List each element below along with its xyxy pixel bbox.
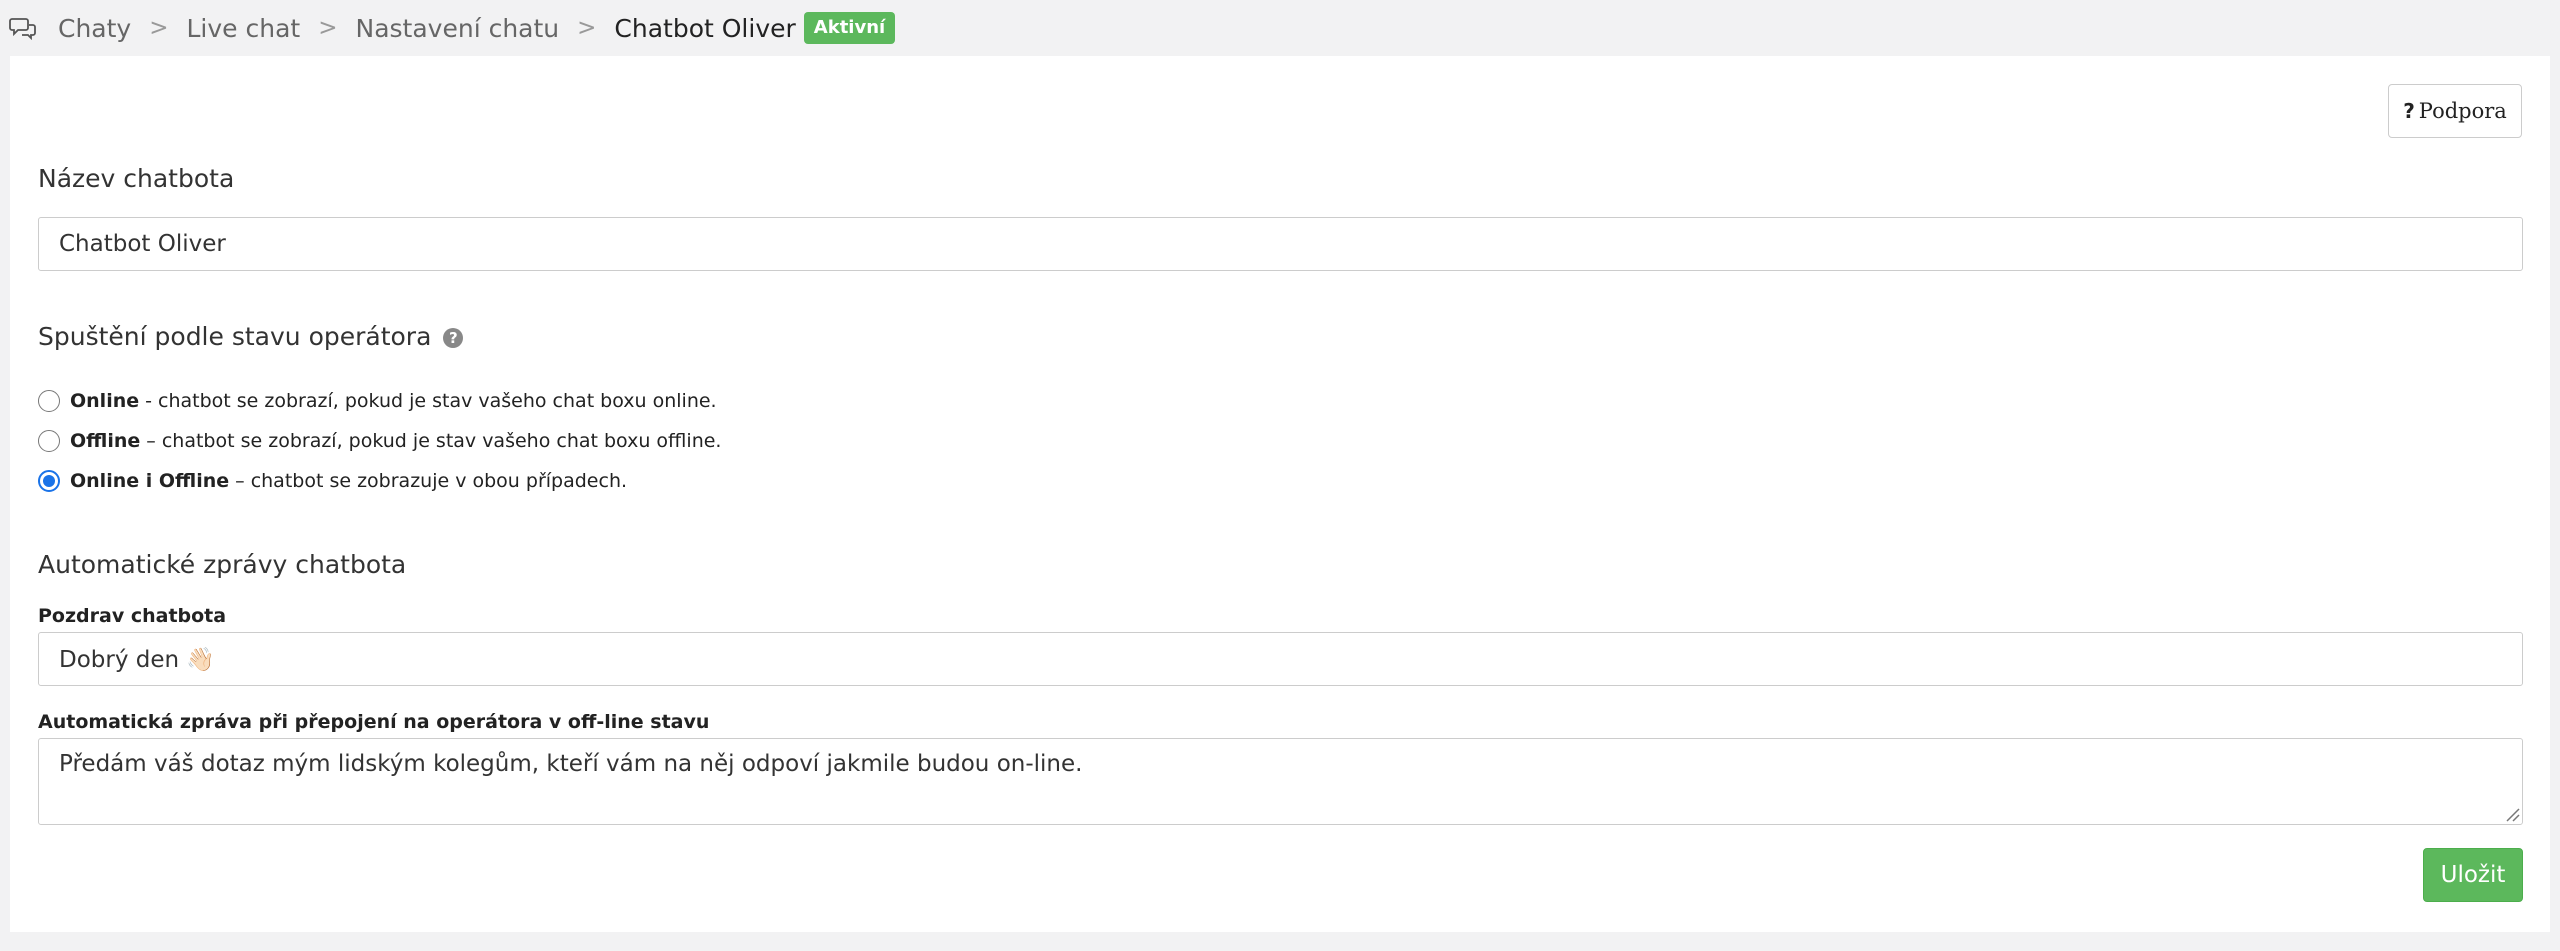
settings-panel: ? Podpora Název chatbota Chatbot Oliver … [10,56,2550,932]
support-button[interactable]: ? Podpora [2388,84,2522,138]
question-icon: ? [2403,99,2415,123]
radio-option-title: Offline [70,430,141,452]
radio-button[interactable] [38,390,60,412]
resize-handle-icon[interactable] [2502,804,2520,822]
auto-messages-heading: Automatické zprávy chatbota [38,550,407,579]
breadcrumb-item-chaty[interactable]: Chaty [58,14,131,43]
radio-option-online-offline[interactable]: Online i Offline – chatbot se zobrazuje … [38,470,627,492]
radio-button-selected[interactable] [38,470,60,492]
page-title: Chatbot Oliver [614,13,796,43]
status-badge: Aktivní [803,12,896,44]
breadcrumb-separator: > [577,15,597,41]
breadcrumb: Chaty > Live chat > Nastavení chatu > Ch… [0,0,2560,56]
radio-option-description: – chatbot se zobrazuje v obou případech. [235,470,628,492]
chatbot-name-input[interactable]: Chatbot Oliver [38,217,2523,271]
chatbot-name-label: Název chatbota [38,164,235,193]
offline-message-textarea[interactable]: Předám váš dotaz mým lidským kolegům, kt… [38,738,2523,825]
greeting-label: Pozdrav chatbota [38,605,227,627]
radio-button[interactable] [38,430,60,452]
help-icon[interactable]: ? [443,328,464,348]
breadcrumb-separator: > [318,15,338,41]
radio-option-online[interactable]: Online - chatbot se zobrazí, pokud je st… [38,390,717,412]
offline-message-label: Automatická zpráva při přepojení na oper… [38,711,710,733]
breadcrumb-separator: > [149,15,169,41]
save-button[interactable]: Uložit [2423,848,2523,902]
chat-bubbles-icon [8,13,38,43]
breadcrumb-item-live-chat[interactable]: Live chat [187,14,301,43]
chatbot-name-value: Chatbot Oliver [59,231,226,257]
offline-message-value: Předám váš dotaz mým lidským kolegům, kt… [59,751,1083,777]
greeting-value: Dobrý den 👋🏻 [59,646,216,673]
breadcrumb-item-chat-settings[interactable]: Nastavení chatu [356,14,560,43]
radio-option-title: Online [70,390,140,412]
trigger-section-label: Spuštění podle stavu operátora ? [38,322,464,351]
support-label: Podpora [2418,99,2507,123]
trigger-section-text: Spuštění podle stavu operátora [38,322,432,351]
radio-option-offline[interactable]: Offline – chatbot se zobrazí, pokud je s… [38,430,721,452]
radio-option-description: - chatbot se zobrazí, pokud je stav vaše… [145,390,717,412]
radio-option-title: Online i Offline [70,470,230,492]
greeting-input[interactable]: Dobrý den 👋🏻 [38,632,2523,686]
radio-option-description: – chatbot se zobrazí, pokud je stav vaše… [146,430,722,452]
